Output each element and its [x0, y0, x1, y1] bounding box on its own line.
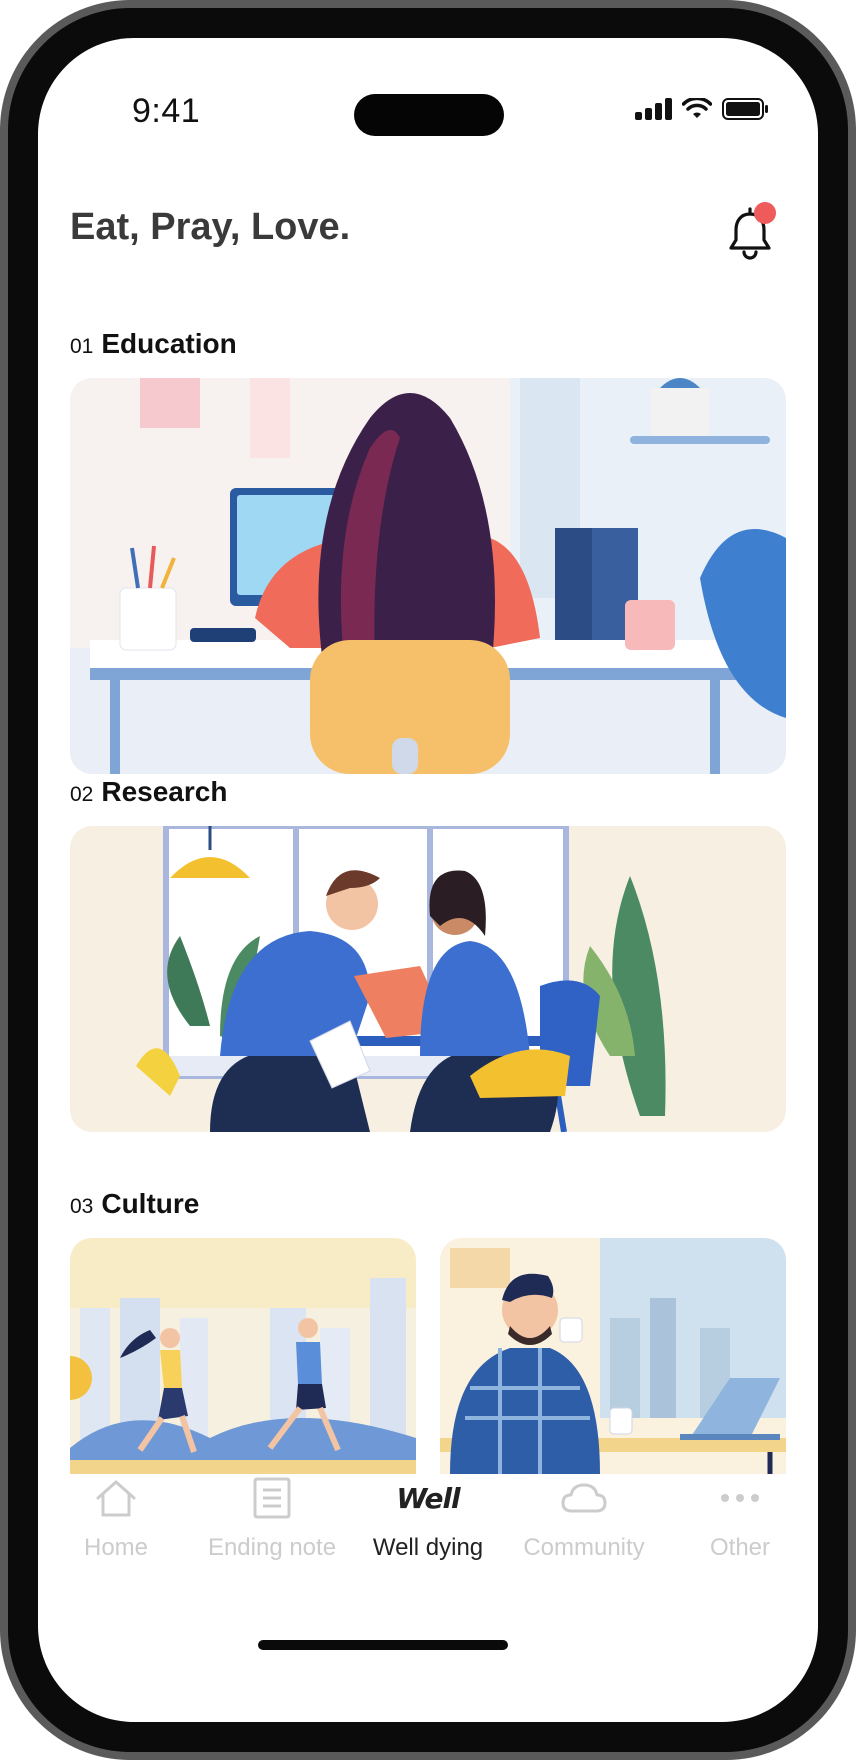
section-title: Research [101, 776, 228, 807]
app-screen: 9:41 Eat, Pray, Love. 01 Education 02 Re… [38, 38, 818, 1722]
tab-label: Community [523, 1534, 645, 1561]
section-research-label: 02 Research [70, 776, 227, 808]
education-card[interactable] [70, 378, 786, 774]
tab-label: Well dying [372, 1534, 484, 1561]
cloud-icon [561, 1483, 607, 1513]
tab-other[interactable]: Other [662, 1460, 818, 1590]
runners-in-city-illustration [70, 1238, 416, 1474]
culture-card-coffee[interactable] [440, 1238, 786, 1474]
battery-icon [722, 98, 768, 120]
home-indicator [258, 1640, 508, 1650]
well-logo-icon: Well [396, 1481, 460, 1515]
section-number: 02 [70, 783, 94, 806]
woman-at-desk-illustration [70, 378, 786, 774]
section-number: 01 [70, 335, 94, 358]
tab-ending-note[interactable]: Ending note [194, 1460, 350, 1590]
more-icon [721, 1494, 759, 1502]
section-title: Culture [101, 1188, 200, 1219]
tab-home[interactable]: Home [38, 1460, 194, 1590]
page-title: Eat, Pray, Love. [70, 206, 351, 248]
bottom-tab-bar: Home Ending note Well Well dying Communi… [38, 1460, 818, 1590]
status-time: 9:41 [132, 92, 201, 130]
research-card[interactable] [70, 826, 786, 1132]
dynamic-island [354, 94, 504, 136]
section-culture-label: 03 Culture [70, 1188, 199, 1220]
section-number: 03 [70, 1195, 94, 1218]
notification-badge [754, 202, 776, 224]
section-education-label: 01 Education [70, 328, 237, 360]
tab-community[interactable]: Community [506, 1460, 662, 1590]
tab-label: Ending note [207, 1534, 337, 1561]
signal-icon [635, 98, 672, 120]
culture-card-running[interactable] [70, 1238, 416, 1474]
tab-label: Home [83, 1534, 149, 1561]
tab-well-dying[interactable]: Well Well dying [350, 1460, 506, 1590]
tab-label: Other [709, 1534, 771, 1561]
two-people-working-at-table-illustration [70, 826, 786, 1132]
status-icons [635, 98, 770, 120]
man-with-coffee-and-laptop-illustration [440, 1238, 786, 1474]
home-icon [96, 1480, 136, 1517]
section-title: Education [101, 328, 237, 359]
wifi-icon [682, 98, 712, 118]
note-icon [253, 1477, 291, 1519]
